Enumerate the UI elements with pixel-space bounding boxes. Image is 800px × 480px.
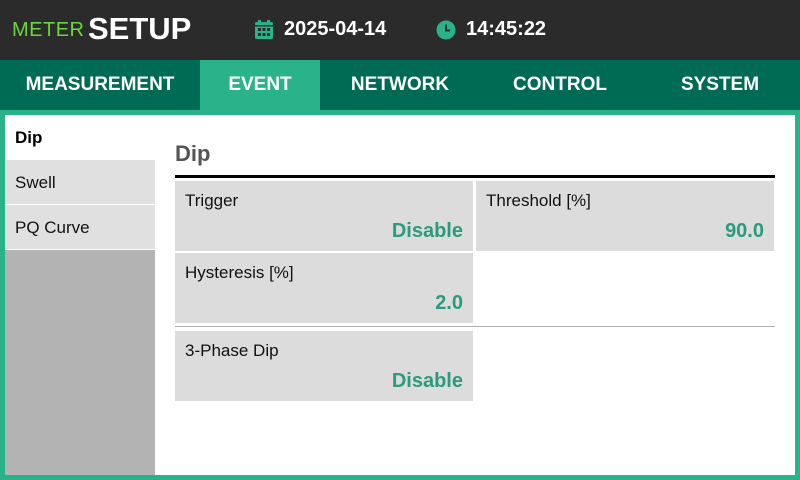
- trigger-setting[interactable]: Trigger Disable: [175, 181, 473, 251]
- threshold-setting[interactable]: Threshold [%] 90.0: [476, 181, 774, 251]
- sidebar: Dip Swell PQ Curve: [5, 115, 155, 475]
- page-title: SETUP: [88, 11, 192, 46]
- app-title-prefix: METER: [12, 19, 85, 41]
- sidebar-item-dip[interactable]: Dip: [5, 115, 155, 160]
- tab-measurement[interactable]: MEASUREMENT: [0, 60, 200, 110]
- top-bar: METER SETUP 2025-04-14 14:45:22: [0, 0, 800, 60]
- tab-system[interactable]: SYSTEM: [640, 60, 800, 110]
- three-phase-dip-value: Disable: [391, 370, 463, 392]
- tab-network[interactable]: NETWORK: [320, 60, 480, 110]
- section-title: Dip: [175, 141, 211, 166]
- hysteresis-label: Hysteresis [%]: [185, 263, 294, 282]
- trigger-label: Trigger: [185, 191, 239, 210]
- hysteresis-value: 2.0: [435, 292, 463, 314]
- main-tab-bar: MEASUREMENT EVENT NETWORK CONTROL SYSTEM: [0, 60, 800, 110]
- tab-event[interactable]: EVENT: [200, 60, 320, 110]
- date-display: 2025-04-14: [254, 18, 386, 41]
- tab-control[interactable]: CONTROL: [480, 60, 640, 110]
- time-text: 14:45:22: [466, 18, 547, 40]
- content-panel: Dip Swell PQ Curve Dip Trigger Disable T…: [5, 115, 795, 475]
- sidebar-item-pq-curve[interactable]: PQ Curve: [5, 205, 155, 250]
- title-divider: [175, 175, 775, 178]
- three-phase-dip-setting[interactable]: 3-Phase Dip Disable: [175, 331, 473, 401]
- content-frame: Dip Swell PQ Curve Dip Trigger Disable T…: [0, 110, 800, 480]
- hysteresis-setting[interactable]: Hysteresis [%] 2.0: [175, 253, 473, 323]
- calendar-icon: [255, 19, 273, 39]
- time-display: 14:45:22: [436, 18, 546, 41]
- threshold-label: Threshold [%]: [486, 191, 591, 210]
- three-phase-dip-label: 3-Phase Dip: [185, 341, 279, 360]
- sidebar-item-swell[interactable]: Swell: [5, 160, 155, 205]
- clock-icon: [436, 20, 456, 39]
- settings-content: Dip Trigger Disable Threshold [%] 90.0 H…: [175, 115, 775, 475]
- trigger-value: Disable: [391, 220, 463, 242]
- group-divider: [175, 326, 775, 327]
- date-text: 2025-04-14: [284, 18, 387, 40]
- threshold-value: 90.0: [725, 220, 764, 242]
